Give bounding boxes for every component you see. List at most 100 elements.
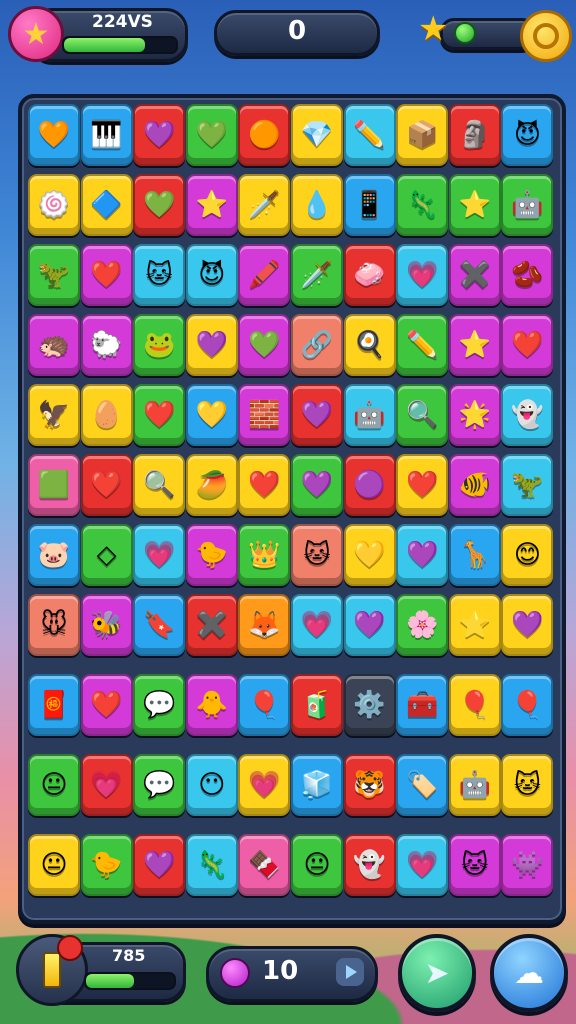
tile-r4-c1[interactable]: 🦔 [28, 314, 80, 376]
tile-r3-c3[interactable]: 🐱 [133, 244, 186, 306]
tile-r9-c3[interactable]: 💬 [133, 674, 186, 736]
tile-r6-c10[interactable]: 🦖 [501, 454, 554, 516]
tile-r4-c7[interactable]: 🍳 [343, 314, 396, 376]
shuffle-button[interactable]: ➤ [398, 934, 476, 1012]
tile-r10-c8[interactable]: 🏷️ [396, 754, 449, 816]
tile-r2-c2[interactable]: 🔷 [80, 174, 133, 236]
tile-r5-c7[interactable]: 🤖 [343, 384, 396, 446]
tile-r9-c4[interactable]: 🐥 [185, 674, 238, 736]
tile-r6-c6[interactable]: 💜 [291, 454, 343, 516]
tile-r6-c3[interactable]: 🔍 [133, 454, 186, 516]
tile-r11-c1[interactable]: 😐 [28, 834, 80, 896]
tile-r1-c5[interactable]: 🟠 [238, 104, 291, 166]
tile-r8-c10[interactable]: 💜 [501, 594, 554, 656]
player-avatar[interactable]: ★ [8, 6, 64, 62]
tile-r8-c6[interactable]: 💗 [291, 594, 343, 656]
tile-r9-c1[interactable]: 🧧 [28, 674, 80, 736]
tile-r9-c8[interactable]: 🧰 [396, 674, 449, 736]
tile-r6-c1[interactable]: 🟩 [28, 454, 80, 516]
play-button[interactable] [336, 958, 364, 986]
tile-r7-c9[interactable]: 🦒 [448, 524, 501, 586]
tile-r4-c10[interactable]: ❤️ [501, 314, 554, 376]
tile-r10-c10[interactable]: 🐱 [501, 754, 554, 816]
tile-r11-c2[interactable]: 🐤 [80, 834, 133, 896]
tile-r2-c3[interactable]: 💚 [133, 174, 186, 236]
tile-r7-c10[interactable]: 😊 [501, 524, 554, 586]
tile-r7-c8[interactable]: 💜 [396, 524, 449, 586]
tile-r1-c4[interactable]: 💚 [185, 104, 238, 166]
tile-r10-c4[interactable]: 😶 [185, 754, 238, 816]
tile-r6-c4[interactable]: 🥭 [185, 454, 238, 516]
tile-r3-c5[interactable]: 🖍️ [238, 244, 291, 306]
tile-r1-c10[interactable]: 😈 [501, 104, 554, 166]
tile-r6-c2[interactable]: ❤️ [80, 454, 133, 516]
tile-r2-c9[interactable]: ⭐ [448, 174, 501, 236]
tile-r11-c4[interactable]: 🦎 [185, 834, 238, 896]
tile-r10-c3[interactable]: 💬 [133, 754, 186, 816]
tile-r4-c9[interactable]: ⭐ [448, 314, 501, 376]
tile-r11-c6[interactable]: 😐 [291, 834, 343, 896]
tile-r2-c5[interactable]: 🗡️ [238, 174, 291, 236]
tile-r5-c4[interactable]: 💛 [185, 384, 238, 446]
tile-r1-c6[interactable]: 💎 [291, 104, 343, 166]
tile-r1-c3[interactable]: 💜 [133, 104, 186, 166]
tile-r5-c2[interactable]: 🥚 [80, 384, 133, 446]
tile-r4-c4[interactable]: 💜 [185, 314, 238, 376]
tile-r9-c5[interactable]: 🎈 [238, 674, 291, 736]
tile-r1-c2[interactable]: 🎹 [80, 104, 133, 166]
tile-r4-c6[interactable]: 🔗 [291, 314, 343, 376]
tile-r3-c2[interactable]: ❤️ [80, 244, 133, 306]
tile-r11-c9[interactable]: 🐱 [448, 834, 501, 896]
tile-r2-c8[interactable]: 🦎 [396, 174, 449, 236]
tile-r4-c8[interactable]: ✏️ [396, 314, 449, 376]
tile-r6-c7[interactable]: 🟣 [343, 454, 396, 516]
tile-r5-c3[interactable]: ❤️ [133, 384, 186, 446]
tile-r9-c2[interactable]: ❤️ [80, 674, 133, 736]
tile-r3-c8[interactable]: 💗 [396, 244, 449, 306]
tile-r7-c2[interactable]: ◇ [80, 524, 133, 586]
tile-r2-c4[interactable]: ⭐ [185, 174, 238, 236]
tile-r7-c7[interactable]: 💛 [343, 524, 396, 586]
tile-r4-c2[interactable]: 🐑 [80, 314, 133, 376]
tile-r7-c4[interactable]: 🐤 [185, 524, 238, 586]
tile-r11-c3[interactable]: 💜 [133, 834, 186, 896]
tile-r1-c7[interactable]: ✏️ [343, 104, 396, 166]
tile-r8-c1[interactable]: 🐭 [28, 594, 80, 656]
tile-r7-c1[interactable]: 🐷 [28, 524, 80, 586]
tile-r3-c9[interactable]: ✖️ [448, 244, 501, 306]
tile-r5-c9[interactable]: 🌟 [448, 384, 501, 446]
tile-r7-c5[interactable]: 👑 [238, 524, 291, 586]
tile-r8-c7[interactable]: 💜 [343, 594, 396, 656]
tile-r1-c8[interactable]: 📦 [396, 104, 449, 166]
tile-r3-c10[interactable]: 🫘 [501, 244, 554, 306]
tile-r9-c7[interactable]: ⚙️ [343, 674, 396, 736]
tile-r5-c8[interactable]: 🔍 [396, 384, 449, 446]
tile-r9-c10[interactable]: 🎈 [501, 674, 554, 736]
tile-r5-c10[interactable]: 👻 [501, 384, 554, 446]
tile-r2-c6[interactable]: 💧 [291, 174, 343, 236]
tile-r6-c9[interactable]: 🐠 [448, 454, 501, 516]
tile-r9-c9[interactable]: 🎈 [448, 674, 501, 736]
tile-r5-c5[interactable]: 🧱 [238, 384, 291, 446]
tile-r5-c1[interactable]: 🦅 [28, 384, 80, 446]
tile-r11-c10[interactable]: 👾 [501, 834, 554, 896]
tile-r7-c3[interactable]: 💗 [133, 524, 186, 586]
tile-r10-c7[interactable]: 🐯 [343, 754, 396, 816]
tile-r8-c4[interactable]: ✖️ [185, 594, 238, 656]
tile-r2-c7[interactable]: 📱 [343, 174, 396, 236]
tile-r2-c1[interactable]: 🍥 [28, 174, 80, 236]
tile-r8-c2[interactable]: 🐝 [80, 594, 133, 656]
tile-r10-c2[interactable]: 💗 [80, 754, 133, 816]
tile-r3-c7[interactable]: 🧼 [343, 244, 396, 306]
tile-r10-c5[interactable]: 💗 [238, 754, 291, 816]
tile-r8-c3[interactable]: 🔖 [133, 594, 186, 656]
tile-r8-c5[interactable]: 🦊 [238, 594, 291, 656]
tile-r10-c1[interactable]: 😐 [28, 754, 80, 816]
coin-icon[interactable] [520, 10, 572, 62]
tile-r8-c8[interactable]: 🌸 [396, 594, 449, 656]
tile-r1-c9[interactable]: 🗿 [448, 104, 501, 166]
tile-r7-c6[interactable]: 🐱 [291, 524, 343, 586]
tile-r3-c6[interactable]: 🗡️ [291, 244, 343, 306]
tile-r5-c6[interactable]: 💜 [291, 384, 343, 446]
tile-r8-c9[interactable]: ⭐ [448, 594, 501, 656]
